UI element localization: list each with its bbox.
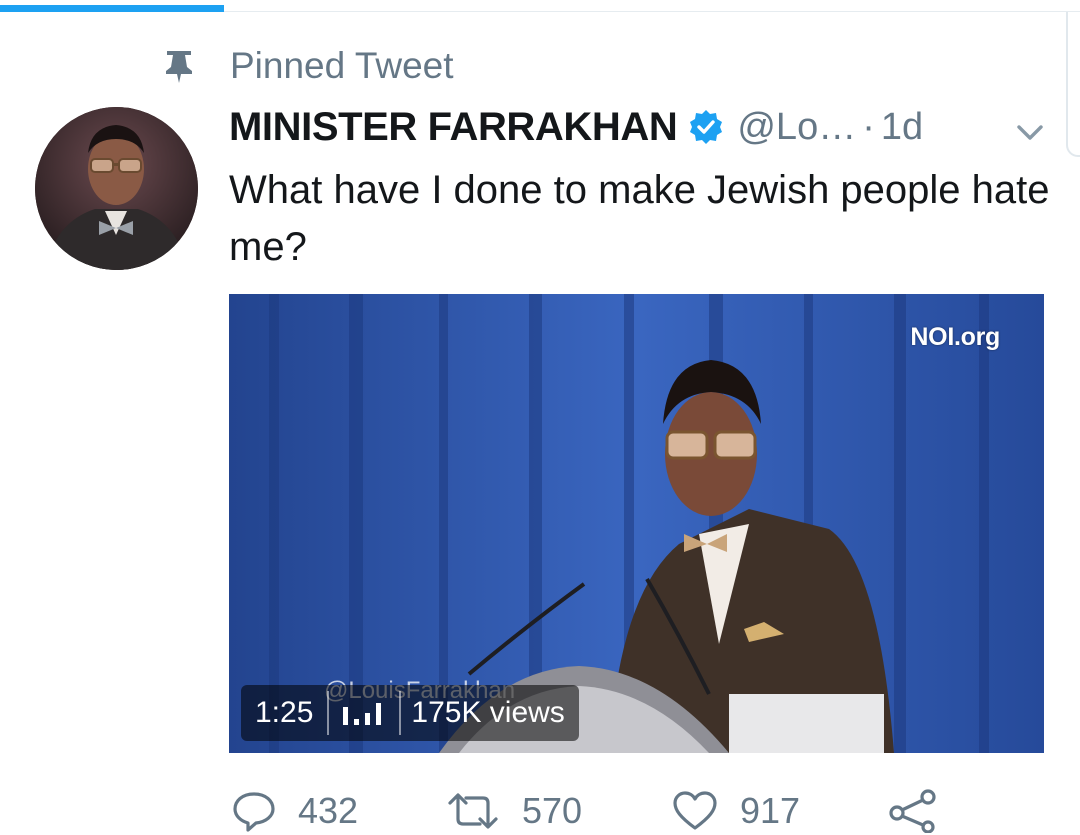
- profile-tab-bar: [0, 0, 1080, 14]
- video-player[interactable]: NOI.org @LouisFarrakhan 1:25 175K views: [229, 294, 1044, 753]
- video-stats-overlay: 1:25 175K views: [241, 685, 579, 741]
- bar-chart-icon: [343, 703, 382, 725]
- share-button[interactable]: [888, 789, 940, 833]
- tweet-timestamp[interactable]: 1d: [881, 106, 923, 149]
- share-icon: [889, 789, 936, 833]
- tweet-action-bar: 432 570 917: [0, 785, 1080, 835]
- retweet-button[interactable]: 570: [446, 789, 582, 833]
- like-count: 917: [740, 790, 801, 831]
- author-display-name[interactable]: MINISTER FARRAKHAN: [229, 105, 678, 150]
- video-watermark: NOI.org: [910, 323, 1000, 351]
- video-duration: 1:25: [255, 696, 314, 729]
- reply-count: 432: [298, 790, 359, 831]
- retweet-icon: [448, 793, 498, 829]
- video-view-count: 175K views: [411, 696, 565, 729]
- active-tab-indicator: [0, 5, 224, 12]
- pin-icon: [166, 51, 192, 83]
- verified-badge-icon: [690, 110, 723, 144]
- pinned-tweet-context: Pinned Tweet: [164, 44, 454, 88]
- overlay-divider: [399, 691, 402, 735]
- reply-button[interactable]: 432: [232, 789, 358, 833]
- pinned-tweet-label: Pinned Tweet: [230, 45, 454, 86]
- tweet-header: MINISTER FARRAKHAN @Lo… · 1d: [229, 100, 923, 154]
- reply-icon: [233, 792, 275, 832]
- meta-separator: ·: [862, 105, 875, 148]
- retweet-count: 570: [522, 790, 583, 831]
- scroll-container-edge: [1066, 12, 1080, 157]
- like-button[interactable]: 917: [672, 789, 800, 833]
- overlay-divider: [327, 691, 330, 735]
- tab-bar-divider: [224, 11, 1080, 12]
- avatar[interactable]: [35, 107, 198, 270]
- author-handle[interactable]: @Lo…: [737, 106, 856, 149]
- chevron-down-icon[interactable]: [1013, 118, 1047, 146]
- heart-icon: [673, 791, 717, 830]
- tweet-text: What have I done to make Jewish people h…: [229, 168, 1050, 269]
- avatar-image: [35, 107, 198, 270]
